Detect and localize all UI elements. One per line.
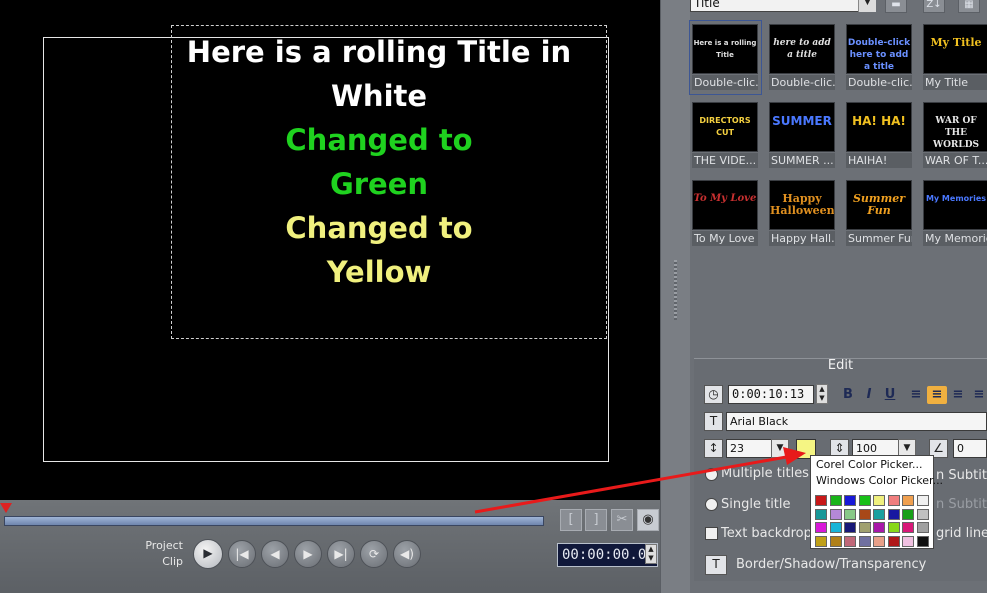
- annotation-arrow: [474, 447, 806, 514]
